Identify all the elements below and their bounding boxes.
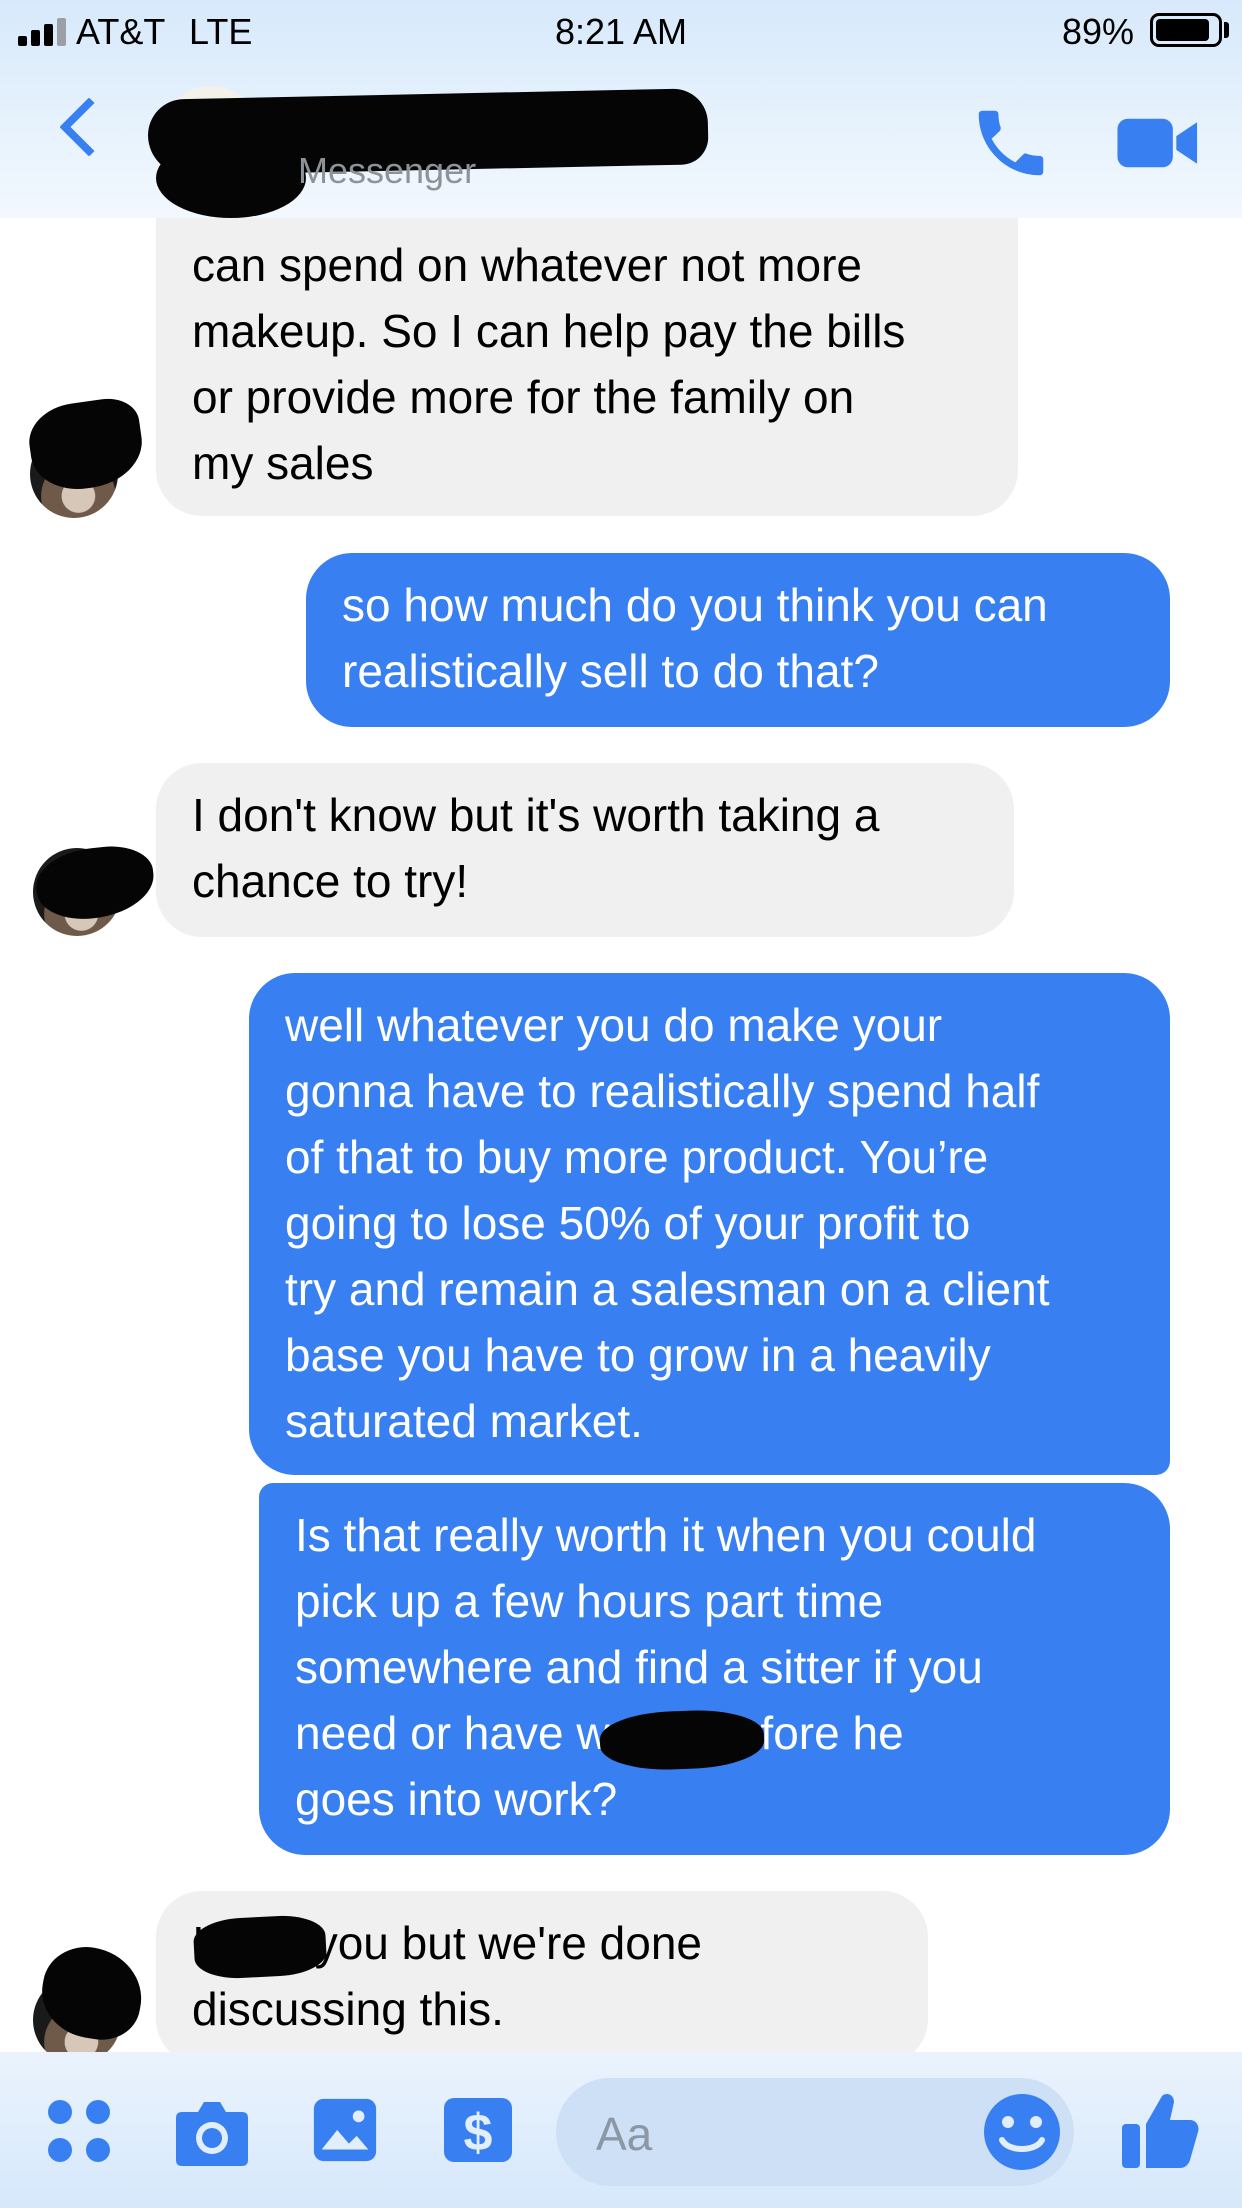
message-outgoing[interactable]: well whatever you do make your gonna hav… — [249, 973, 1170, 1475]
status-time: 8:21 AM — [554, 11, 688, 52]
message-thread[interactable]: can spend on whatever not more makeup. S… — [0, 0, 1242, 2060]
svg-text:$: $ — [464, 2104, 493, 2162]
top-bar: AT&T LTE 8:21 AM 89% Messenger — [0, 0, 1242, 218]
message-input-placeholder: Aa — [596, 2108, 653, 2160]
redaction-mark — [192, 1913, 328, 1981]
back-chevron-icon[interactable] — [59, 97, 119, 157]
battery-terminal — [1224, 22, 1229, 38]
contact-subtitle: Messenger — [298, 150, 477, 191]
thumbs-up-icon[interactable] — [1118, 2088, 1202, 2172]
message-incoming[interactable]: can spend on whatever not more makeup. S… — [156, 168, 1018, 516]
message-outgoing[interactable]: so how much do you think you can realist… — [306, 553, 1170, 727]
composer-bar: $ Aa — [0, 2052, 1242, 2208]
battery-level-fill — [1156, 19, 1209, 41]
camera-icon[interactable] — [172, 2096, 252, 2172]
battery-icon — [1150, 13, 1222, 47]
redaction-mark — [32, 842, 158, 924]
conversation-header: Messenger — [0, 62, 1242, 218]
message-outgoing[interactable]: Is that really worth it when you could p… — [259, 1483, 1170, 1855]
gallery-icon[interactable] — [310, 2094, 380, 2166]
apps-icon[interactable] — [48, 2100, 110, 2162]
battery-percentage: 89% — [1062, 11, 1135, 52]
redaction-mark — [156, 138, 306, 218]
video-camera-icon[interactable] — [1114, 100, 1204, 186]
payment-icon[interactable]: $ — [440, 2094, 516, 2166]
status-bar: AT&T LTE 8:21 AM 89% — [0, 0, 1242, 62]
phone-icon[interactable] — [968, 100, 1054, 186]
emoji-icon[interactable] — [980, 2090, 1064, 2174]
message-incoming[interactable]: I don't know but it's worth taking a cha… — [156, 763, 1014, 937]
